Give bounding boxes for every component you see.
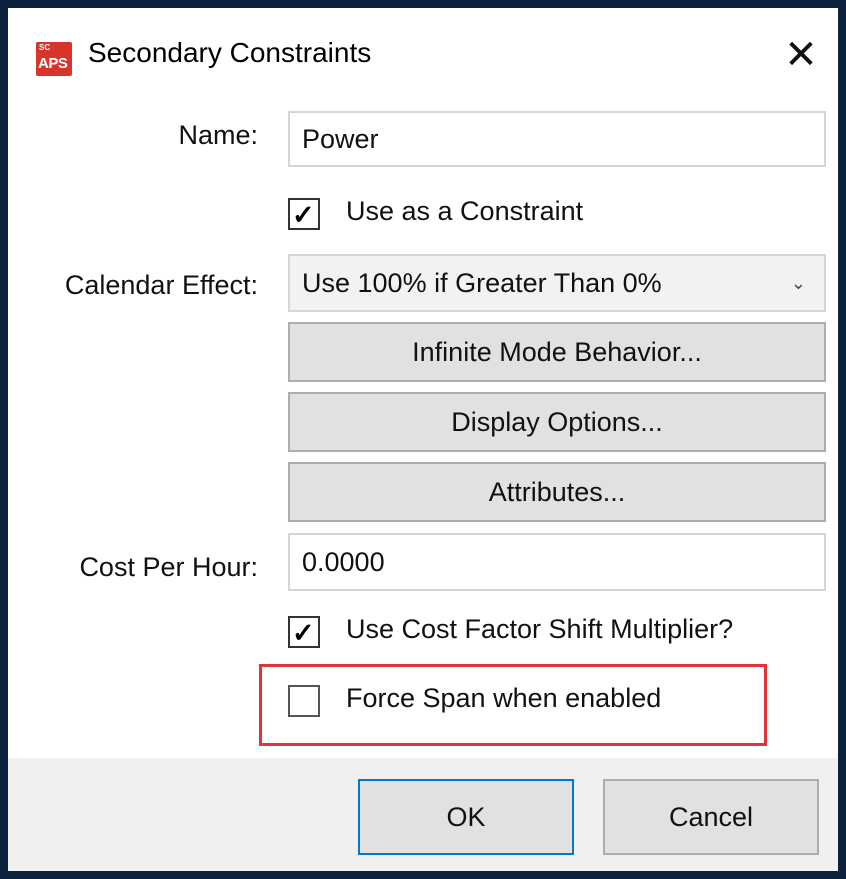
ok-button[interactable]: OK bbox=[358, 779, 574, 855]
calendar-effect-select[interactable]: Use 100% if Greater Than 0% ⌄ bbox=[288, 254, 826, 312]
app-icon-text: APS bbox=[38, 55, 68, 72]
checkmark-icon: ✓ bbox=[292, 200, 315, 230]
attributes-button[interactable]: Attributes... bbox=[288, 462, 826, 522]
force-span-checkbox[interactable] bbox=[288, 685, 320, 717]
display-options-button[interactable]: Display Options... bbox=[288, 392, 826, 452]
use-constraint-label: Use as a Constraint bbox=[346, 196, 584, 226]
checkmark-icon: ✓ bbox=[292, 618, 315, 648]
infinite-mode-behavior-button[interactable]: Infinite Mode Behavior... bbox=[288, 322, 826, 382]
aps-app-icon: SC APS bbox=[36, 42, 72, 76]
name-label: Name: bbox=[178, 120, 258, 150]
window-title: Secondary Constraints bbox=[88, 37, 372, 68]
cost-per-hour-label: Cost Per Hour: bbox=[79, 552, 258, 582]
close-icon[interactable]: ✕ bbox=[776, 30, 826, 80]
cost-per-hour-input[interactable]: 0.0000 bbox=[288, 533, 826, 591]
cost-factor-label: Use Cost Factor Shift Multiplier? bbox=[346, 614, 734, 644]
force-span-label: Force Span when enabled bbox=[346, 683, 662, 713]
calendar-effect-label: Calendar Effect: bbox=[64, 270, 258, 300]
cancel-button[interactable]: Cancel bbox=[603, 779, 819, 855]
name-input[interactable]: Power bbox=[288, 111, 826, 167]
app-icon-small-text: SC bbox=[39, 43, 51, 52]
secondary-constraints-dialog: SC APS Secondary Constraints ✕ Name: Pow… bbox=[8, 8, 838, 871]
title-bar: SC APS Secondary Constraints ✕ bbox=[8, 8, 838, 88]
chevron-down-icon: ⌄ bbox=[790, 273, 806, 293]
dialog-footer: OK Cancel bbox=[8, 758, 838, 871]
use-constraint-checkbox[interactable]: ✓ bbox=[288, 198, 320, 230]
cost-factor-checkbox[interactable]: ✓ bbox=[288, 616, 320, 648]
calendar-effect-value: Use 100% if Greater Than 0% bbox=[302, 268, 662, 298]
